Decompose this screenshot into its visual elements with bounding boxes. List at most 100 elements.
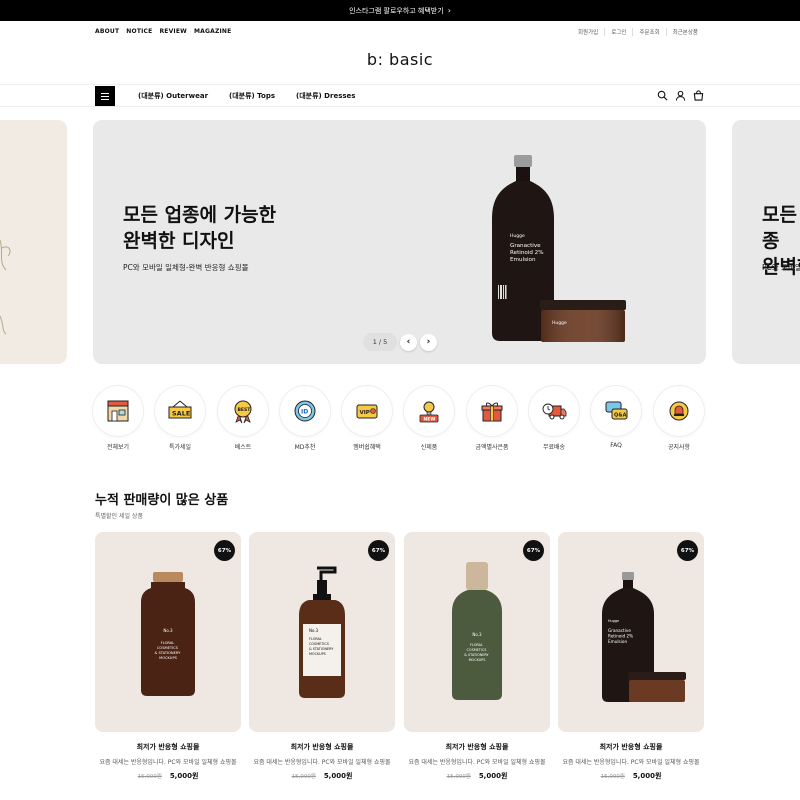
category-circle — [93, 386, 143, 436]
gift-icon — [481, 402, 503, 422]
bottle-no: No.3 — [309, 628, 319, 633]
sale-price: 5,000원 — [478, 772, 508, 780]
category-label: FAQ — [610, 442, 622, 449]
slide-counter: 1 / 5 — [363, 333, 397, 351]
hero-slide-prev-peek[interactable] — [0, 120, 67, 364]
link-notice[interactable]: NOTICE — [126, 28, 152, 35]
discount-badge: 67% — [677, 540, 698, 561]
product-name[interactable]: 최저가 반응형 쇼핑몰 — [249, 742, 395, 752]
svg-text:NEW: NEW — [424, 417, 436, 423]
bottle-label-line: Retinoid 2% — [510, 250, 544, 256]
link-about[interactable]: ABOUT — [95, 28, 119, 35]
product-image[interactable]: No.3 FLORAL COSMETICS & STATIONERY MOCKU… — [404, 532, 550, 732]
svg-text:ID: ID — [301, 409, 308, 416]
product-prices: 15,000원 5,000원 — [95, 771, 241, 781]
product-card[interactable]: No.3 FLORAL COSMETICS & STATIONERY MOCKU… — [404, 532, 550, 781]
product-name[interactable]: 최저가 반응형 쇼핑몰 — [404, 742, 550, 752]
announcement-bar[interactable]: 인스타그램 팔로우하고 혜택받기 › — [0, 0, 800, 21]
category-all[interactable]: 전체보기 — [92, 386, 144, 451]
category-membership[interactable]: VIP 멤버쉽혜택 — [341, 386, 393, 451]
hero-slide-next-peek[interactable]: 모든 업종 완벽한 PC와 모바일 일체형 — [732, 120, 800, 364]
link-recent-viewed[interactable]: 최근본상품 — [665, 28, 704, 36]
label-line: & STATIONERY — [309, 647, 334, 651]
sale-price: 5,000원 — [169, 772, 199, 780]
link-order-lookup[interactable]: 주문조회 — [632, 28, 665, 36]
product-prices: 15,000원 5,000원 — [404, 771, 550, 781]
category-md-pick[interactable]: ID MD추천 — [279, 386, 331, 451]
category-gift[interactable]: 금액별사은품 — [466, 386, 518, 451]
product-card[interactable]: No.3 FLORAL COSMETICS & STATIONERY MOCKU… — [95, 532, 241, 781]
product-description: 요즘 대세는 반응형입니다. PC와 모바일 일체형 쇼핑몰 — [99, 759, 237, 766]
product-card[interactable]: Hugge Granactive Retinoid 2% Emulsion 67… — [558, 532, 704, 781]
md-badge-icon: ID — [294, 400, 316, 422]
category-faq[interactable]: Q&A FAQ — [590, 386, 642, 449]
product-name[interactable]: 최저가 반응형 쇼핑몰 — [95, 742, 241, 752]
category-label: MD추천 — [294, 444, 316, 451]
hero-subtitle: PC와 모바일 일체형-완벽 반응형 쇼핑몰 — [123, 263, 249, 272]
link-review[interactable]: REVIEW — [159, 28, 187, 35]
product-image[interactable]: No.3 FLORAL COSMETICS & STATIONERY MOCKU… — [95, 532, 241, 732]
menu-button[interactable] — [95, 86, 115, 106]
prev-slide-button[interactable]: ‹ — [400, 333, 417, 351]
product-image[interactable]: No.3 FLORAL COSMETICS & STATIONERY MOCKU… — [249, 532, 395, 732]
bottle-label-line: Emulsion — [608, 639, 627, 644]
label-line: FLORAL — [161, 641, 175, 645]
account-links: 회원가입 로그인 주문조회 최근본상품 — [572, 28, 704, 36]
nav-item-dresses[interactable]: (대분류) Dresses — [296, 91, 355, 101]
nav-categories: (대분류) Outerwear (대분류) Tops (대분류) Dresses — [138, 91, 355, 101]
category-shortcuts: 전체보기 SALE 특가세일 BEST 베스트 ID MD추천 VIP 멤버쉽혜… — [93, 386, 706, 456]
svg-text:BEST: BEST — [238, 407, 252, 413]
category-new[interactable]: NEW 신제품 — [403, 386, 455, 451]
notice-bell-icon — [669, 401, 689, 421]
bottle-no: No.3 — [163, 628, 173, 633]
nav-item-tops[interactable]: (대분류) Tops — [229, 91, 275, 101]
link-signup[interactable]: 회원가입 — [572, 28, 604, 36]
category-label: 베스트 — [234, 444, 252, 451]
label-line: MOCKUPS — [309, 652, 326, 656]
user-icon[interactable] — [675, 90, 686, 101]
brand-logo[interactable]: b: basic — [0, 50, 800, 69]
category-circle: SALE — [155, 386, 205, 436]
category-circle: Q&A — [591, 386, 641, 436]
discount-badge: 67% — [523, 540, 544, 561]
link-login[interactable]: 로그인 — [604, 28, 632, 36]
category-circle — [654, 386, 704, 436]
flower-illustration — [0, 239, 11, 335]
peek-subtitle: PC와 모바일 일체형 — [762, 263, 800, 272]
store-icon — [107, 400, 129, 422]
bottle-label-line: Granactive — [608, 628, 631, 633]
new-bulb-icon: NEW — [419, 401, 439, 423]
category-circle: BEST — [218, 386, 268, 436]
hero-slide[interactable]: 모든 업종에 가능한 완벽한 디자인 PC와 모바일 일체형-완벽 반응형 쇼핑… — [93, 120, 706, 364]
category-label: 특가세일 — [168, 444, 192, 451]
svg-text:SALE: SALE — [172, 410, 190, 418]
bottle-no: No.3 — [472, 632, 482, 637]
category-notice[interactable]: 공지사항 — [653, 386, 705, 451]
category-circle: NEW — [404, 386, 454, 436]
next-slide-button[interactable]: › — [420, 333, 437, 351]
product-image[interactable]: Hugge Granactive Retinoid 2% Emulsion 67… — [558, 532, 704, 732]
main-nav: (대분류) Outerwear (대분류) Tops (대분류) Dresses — [0, 84, 800, 107]
original-price: 15,000원 — [446, 774, 471, 780]
link-magazine[interactable]: MAGAZINE — [194, 28, 232, 35]
category-label: 금액별사은품 — [475, 444, 509, 451]
category-circle: ID — [280, 386, 330, 436]
category-sale[interactable]: SALE 특가세일 — [154, 386, 206, 451]
category-label: 신제품 — [420, 444, 438, 451]
category-best[interactable]: BEST 베스트 — [217, 386, 269, 451]
category-label: 공지사항 — [667, 444, 691, 451]
cart-icon[interactable] — [693, 90, 704, 101]
label-line: FLORAL — [470, 643, 483, 647]
category-label: 전체보기 — [106, 444, 130, 451]
category-free-shipping[interactable]: 무료배송 — [528, 386, 580, 451]
product-card[interactable]: No.3 FLORAL COSMETICS & STATIONERY MOCKU… — [249, 532, 395, 781]
sale-price: 5,000원 — [632, 772, 662, 780]
nav-icons — [657, 90, 704, 101]
search-icon[interactable] — [657, 90, 668, 101]
product-name[interactable]: 최저가 반응형 쇼핑몰 — [558, 742, 704, 752]
jar-brand: Hugge — [552, 320, 567, 326]
label-line: FLORAL — [309, 637, 322, 641]
slider-pager: 1 / 5 ‹ › — [363, 333, 437, 351]
sale-sign-icon: SALE — [168, 400, 192, 419]
nav-item-outerwear[interactable]: (대분류) Outerwear — [138, 91, 208, 101]
